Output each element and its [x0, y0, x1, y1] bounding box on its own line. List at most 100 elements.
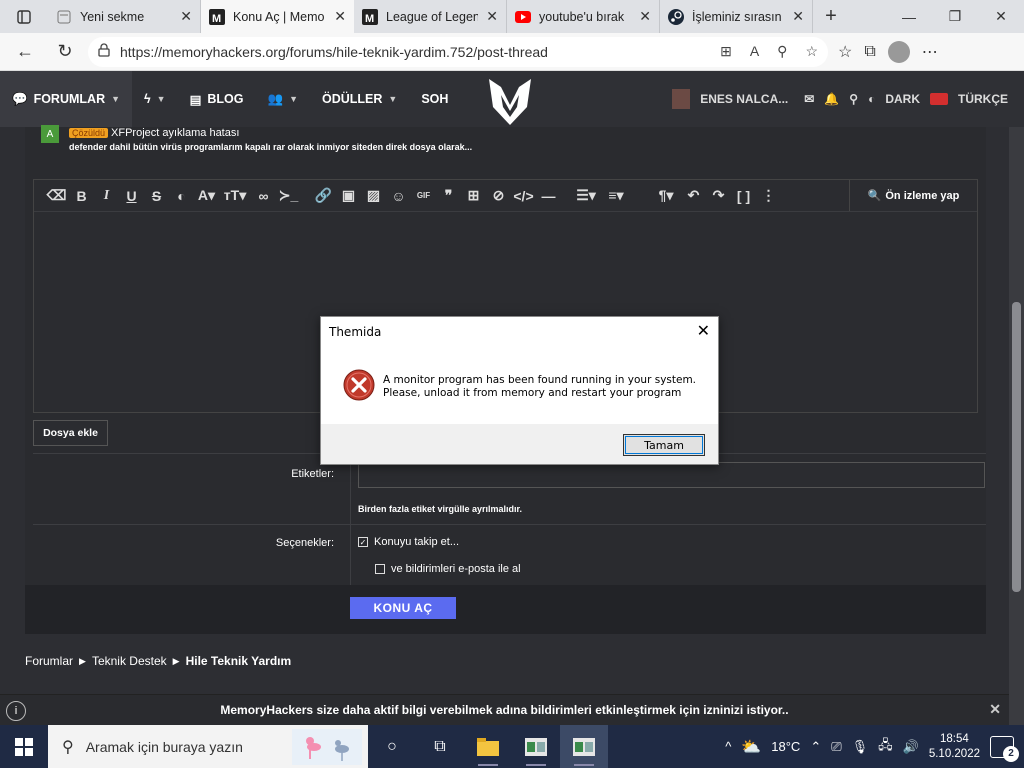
close-icon[interactable]: ✕: [989, 701, 1001, 718]
spoiler-icon[interactable]: ⊘: [486, 187, 511, 204]
gallery-icon[interactable]: ▣: [336, 187, 361, 204]
nav-forums[interactable]: 💬 FORUMLAR ▼: [0, 71, 133, 127]
temperature-label[interactable]: 18°C: [771, 739, 800, 754]
microphone-icon[interactable]: 🎙: [852, 739, 869, 755]
chevron-up-icon[interactable]: ⌃: [810, 739, 821, 755]
link-icon[interactable]: 🔗: [311, 187, 336, 204]
code-block-icon[interactable]: </>: [511, 188, 536, 204]
breadcrumb-current[interactable]: Hile Teknik Yardım: [186, 654, 292, 668]
horizontal-rule-icon[interactable]: —: [536, 188, 561, 204]
breadcrumb-item[interactable]: Forumlar: [25, 654, 73, 668]
language-selector[interactable]: TÜRKÇE: [958, 92, 1008, 106]
start-button[interactable]: [0, 725, 48, 768]
table-icon[interactable]: ⊞: [461, 187, 486, 204]
volume-icon[interactable]: 🔊: [903, 739, 919, 755]
more-menu-icon[interactable]: ⋯: [922, 42, 938, 62]
page-scrollbar[interactable]: [1009, 127, 1024, 725]
profile-avatar[interactable]: [887, 40, 910, 63]
italic-icon[interactable]: I: [94, 188, 119, 204]
favorites-icon[interactable]: ☆: [838, 42, 852, 62]
chevron-down-icon[interactable]: ▼: [157, 94, 166, 104]
close-tab-icon[interactable]: ✕: [639, 8, 651, 25]
more-options-icon[interactable]: ⋮: [756, 187, 781, 204]
attach-files-button[interactable]: Dosya ekle: [33, 420, 108, 446]
thread-title[interactable]: XFProject ayıklama hatası: [111, 127, 239, 139]
nav-awards[interactable]: ÖDÜLLER ▼: [310, 71, 409, 127]
list-icon[interactable]: ☰▾: [571, 187, 601, 204]
similar-thread-item[interactable]: A Çözüldü XFProject ayıklama hatası defen…: [41, 125, 472, 159]
close-tab-icon[interactable]: ✕: [180, 8, 192, 25]
color-palette-icon[interactable]: ◐: [169, 188, 194, 204]
chevron-down-icon[interactable]: ▼: [388, 94, 397, 104]
site-logo[interactable]: [487, 77, 533, 127]
close-tab-icon[interactable]: ✕: [334, 8, 346, 25]
nav-members[interactable]: 👥 ▼: [255, 71, 310, 127]
back-button[interactable]: ←: [8, 37, 42, 67]
browser-tab[interactable]: M League of Legen ✕: [354, 0, 507, 33]
browser-tab-active[interactable]: M Konu Aç | Memo ✕: [201, 0, 354, 33]
nav-blog[interactable]: ▤ BLOG: [178, 71, 256, 127]
nav-whats-new[interactable]: ϟ ▼: [132, 71, 178, 127]
font-family-icon[interactable]: A▾: [194, 187, 219, 204]
meet-now-icon[interactable]: ⎚: [831, 739, 841, 755]
browser-tab[interactable]: youtube'u bırak ✕: [507, 0, 660, 33]
eraser-icon[interactable]: ⌫: [44, 187, 69, 204]
add-favorite-icon[interactable]: ☆: [805, 43, 818, 60]
theme-toggle[interactable]: DARK: [885, 92, 920, 106]
email-notify-checkbox[interactable]: ve bildirimleri e-posta ile al: [375, 563, 521, 575]
undo-icon[interactable]: ↶: [681, 187, 706, 204]
inbox-icon[interactable]: ✉: [804, 92, 814, 106]
zoom-icon[interactable]: ⚲: [777, 43, 787, 60]
tab-actions-button[interactable]: [0, 0, 48, 33]
quote-icon[interactable]: ❞: [436, 187, 461, 204]
image-icon[interactable]: ▨: [361, 187, 386, 204]
preview-button[interactable]: 🔍 Ön izleme yap: [849, 180, 977, 211]
minimize-icon[interactable]: —: [886, 0, 932, 33]
refresh-button[interactable]: ↻: [48, 37, 82, 67]
url-bar[interactable]: https://memoryhackers.org/forums/hile-te…: [88, 36, 828, 67]
apps-icon[interactable]: ⊞: [720, 43, 732, 60]
chevron-down-icon[interactable]: ▼: [111, 94, 120, 104]
taskbar-search-box[interactable]: ⚲ Aramak için buraya yazın: [48, 725, 368, 768]
create-thread-button[interactable]: KONU AÇ: [350, 597, 456, 619]
code-inline-icon[interactable]: ≻_: [276, 187, 301, 204]
collections-icon[interactable]: ⧉: [864, 43, 875, 61]
font-size-icon[interactable]: тT▾: [219, 187, 251, 204]
tags-input[interactable]: [358, 462, 985, 488]
clock[interactable]: 18:54 5.10.2022: [929, 732, 980, 762]
scroll-thumb[interactable]: [1012, 302, 1021, 592]
taskbar-app-active[interactable]: [560, 725, 608, 768]
strikethrough-icon[interactable]: S: [144, 188, 169, 204]
glasses-icon[interactable]: ∞: [251, 188, 276, 204]
browser-tab[interactable]: Yeni sekme ✕: [48, 0, 201, 33]
search-icon[interactable]: ⚲: [849, 92, 858, 106]
emoji-icon[interactable]: ☺: [386, 188, 411, 204]
network-icon[interactable]: 🖧: [878, 736, 893, 758]
user-avatar[interactable]: [672, 89, 691, 109]
action-center-button[interactable]: 2: [990, 735, 1019, 762]
watch-thread-checkbox[interactable]: ✓ Konuyu takip et...: [358, 536, 459, 548]
paragraph-icon[interactable]: ¶▾: [651, 187, 681, 204]
task-view-button[interactable]: ⧉: [416, 725, 464, 768]
url-text[interactable]: https://memoryhackers.org/forums/hile-te…: [120, 44, 710, 60]
new-tab-button[interactable]: +: [813, 0, 849, 33]
read-aloud-icon[interactable]: A: [750, 43, 759, 60]
bell-icon[interactable]: 🔔: [824, 92, 839, 106]
close-icon[interactable]: ✕: [697, 321, 710, 341]
breadcrumb-item[interactable]: Teknik Destek: [92, 654, 167, 668]
align-icon[interactable]: ≡▾: [601, 187, 631, 204]
task-view-button[interactable]: ○: [368, 725, 416, 768]
maximize-icon[interactable]: ❐: [932, 0, 978, 33]
underline-icon[interactable]: U: [119, 188, 144, 204]
nav-chat[interactable]: SOH: [409, 71, 460, 127]
chevron-down-icon[interactable]: ▼: [289, 94, 298, 104]
window-close-icon[interactable]: ✕: [978, 0, 1024, 33]
close-tab-icon[interactable]: ✕: [792, 8, 804, 25]
username-label[interactable]: ENES NALCA...: [700, 92, 788, 106]
weather-cloud-icon[interactable]: ⛅: [741, 737, 761, 757]
taskbar-file-explorer[interactable]: [464, 725, 512, 768]
browser-tab[interactable]: İşleminiz sırasın ✕: [660, 0, 813, 33]
taskbar-app[interactable]: [512, 725, 560, 768]
ok-button[interactable]: Tamam: [623, 434, 705, 456]
bold-icon[interactable]: B: [69, 188, 94, 204]
